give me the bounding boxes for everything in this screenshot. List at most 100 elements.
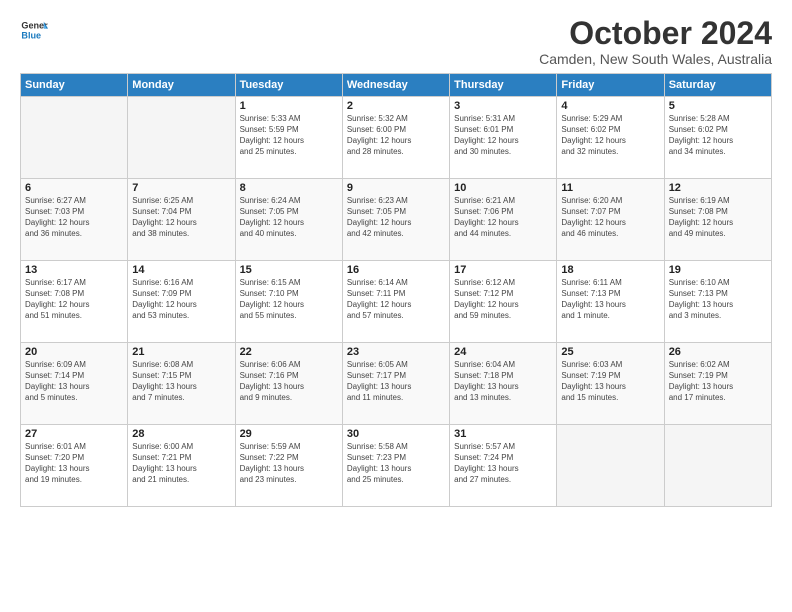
col-tuesday: Tuesday xyxy=(235,74,342,97)
day-info: Sunrise: 6:02 AM Sunset: 7:19 PM Dayligh… xyxy=(669,360,767,403)
day-info: Sunrise: 5:59 AM Sunset: 7:22 PM Dayligh… xyxy=(240,442,338,485)
day-number: 31 xyxy=(454,428,552,440)
calendar-table: Sunday Monday Tuesday Wednesday Thursday… xyxy=(20,73,772,507)
day-number: 30 xyxy=(347,428,445,440)
col-wednesday: Wednesday xyxy=(342,74,449,97)
day-info: Sunrise: 6:11 AM Sunset: 7:13 PM Dayligh… xyxy=(561,278,659,321)
day-info: Sunrise: 6:10 AM Sunset: 7:13 PM Dayligh… xyxy=(669,278,767,321)
table-row: 18 Sunrise: 6:11 AM Sunset: 7:13 PM Dayli… xyxy=(557,261,664,343)
day-info: Sunrise: 6:04 AM Sunset: 7:18 PM Dayligh… xyxy=(454,360,552,403)
col-thursday: Thursday xyxy=(450,74,557,97)
svg-text:Blue: Blue xyxy=(21,30,41,40)
day-info: Sunrise: 6:14 AM Sunset: 7:11 PM Dayligh… xyxy=(347,278,445,321)
table-row xyxy=(557,425,664,507)
day-info: Sunrise: 5:28 AM Sunset: 6:02 PM Dayligh… xyxy=(669,114,767,157)
col-monday: Monday xyxy=(128,74,235,97)
day-number: 12 xyxy=(669,182,767,194)
day-number: 8 xyxy=(240,182,338,194)
day-info: Sunrise: 6:25 AM Sunset: 7:04 PM Dayligh… xyxy=(132,196,230,239)
table-row: 24Sunrise: 6:04 AM Sunset: 7:18 PM Dayli… xyxy=(450,343,557,425)
day-number: 2 xyxy=(347,100,445,112)
table-row: 17Sunrise: 6:12 AM Sunset: 7:12 PM Dayli… xyxy=(450,261,557,343)
day-number: 26 xyxy=(669,346,767,358)
day-number: 7 xyxy=(132,182,230,194)
day-number: 5 xyxy=(669,100,767,112)
day-info: Sunrise: 6:09 AM Sunset: 7:14 PM Dayligh… xyxy=(25,360,123,403)
day-number: 28 xyxy=(132,428,230,440)
table-row: 29 Sunrise: 5:59 AM Sunset: 7:22 PM Dayli… xyxy=(235,425,342,507)
day-number: 14 xyxy=(132,264,230,276)
day-number: 18 xyxy=(561,264,659,276)
day-number: 9 xyxy=(347,182,445,194)
table-row: 23 Sunrise: 6:05 AM Sunset: 7:17 PM Dayli… xyxy=(342,343,449,425)
table-row: 2Sunrise: 5:32 AM Sunset: 6:00 PM Daylig… xyxy=(342,97,449,179)
table-row: 28 Sunrise: 6:00 AM Sunset: 7:21 PM Dayli… xyxy=(128,425,235,507)
calendar-week-row: 27 Sunrise: 6:01 AM Sunset: 7:20 PM Dayli… xyxy=(21,425,772,507)
day-number: 25 xyxy=(561,346,659,358)
day-info: Sunrise: 5:31 AM Sunset: 6:01 PM Dayligh… xyxy=(454,114,552,157)
table-row: 16Sunrise: 6:14 AM Sunset: 7:11 PM Dayli… xyxy=(342,261,449,343)
table-row: 3 Sunrise: 5:31 AM Sunset: 6:01 PM Daylig… xyxy=(450,97,557,179)
day-info: Sunrise: 6:08 AM Sunset: 7:15 PM Dayligh… xyxy=(132,360,230,403)
day-number: 4 xyxy=(561,100,659,112)
day-number: 6 xyxy=(25,182,123,194)
table-row: 5 Sunrise: 5:28 AM Sunset: 6:02 PM Daylig… xyxy=(664,97,771,179)
table-row: 15Sunrise: 6:15 AM Sunset: 7:10 PM Dayli… xyxy=(235,261,342,343)
day-number: 13 xyxy=(25,264,123,276)
calendar-week-row: 1 Sunrise: 5:33 AM Sunset: 5:59 PM Daylig… xyxy=(21,97,772,179)
table-row: 14 Sunrise: 6:16 AM Sunset: 7:09 PM Dayli… xyxy=(128,261,235,343)
day-info: Sunrise: 6:00 AM Sunset: 7:21 PM Dayligh… xyxy=(132,442,230,485)
col-friday: Friday xyxy=(557,74,664,97)
location-subtitle: Camden, New South Wales, Australia xyxy=(539,51,772,67)
day-number: 23 xyxy=(347,346,445,358)
day-info: Sunrise: 5:58 AM Sunset: 7:23 PM Dayligh… xyxy=(347,442,445,485)
table-row: 10Sunrise: 6:21 AM Sunset: 7:06 PM Dayli… xyxy=(450,179,557,261)
table-row: 4 Sunrise: 5:29 AM Sunset: 6:02 PM Daylig… xyxy=(557,97,664,179)
day-number: 1 xyxy=(240,100,338,112)
table-row: 1 Sunrise: 5:33 AM Sunset: 5:59 PM Daylig… xyxy=(235,97,342,179)
day-number: 20 xyxy=(25,346,123,358)
day-number: 17 xyxy=(454,264,552,276)
table-row xyxy=(664,425,771,507)
day-info: Sunrise: 5:29 AM Sunset: 6:02 PM Dayligh… xyxy=(561,114,659,157)
table-row: 30 Sunrise: 5:58 AM Sunset: 7:23 PM Dayli… xyxy=(342,425,449,507)
day-number: 3 xyxy=(454,100,552,112)
table-row: 6 Sunrise: 6:27 AM Sunset: 7:03 PM Daylig… xyxy=(21,179,128,261)
logo: General Blue xyxy=(20,16,48,44)
table-row: 21Sunrise: 6:08 AM Sunset: 7:15 PM Dayli… xyxy=(128,343,235,425)
day-info: Sunrise: 6:06 AM Sunset: 7:16 PM Dayligh… xyxy=(240,360,338,403)
month-title: October 2024 xyxy=(539,16,772,51)
day-info: Sunrise: 6:05 AM Sunset: 7:17 PM Dayligh… xyxy=(347,360,445,403)
day-number: 10 xyxy=(454,182,552,194)
table-row: 22 Sunrise: 6:06 AM Sunset: 7:16 PM Dayli… xyxy=(235,343,342,425)
table-row: 9Sunrise: 6:23 AM Sunset: 7:05 PM Daylig… xyxy=(342,179,449,261)
day-info: Sunrise: 5:33 AM Sunset: 5:59 PM Dayligh… xyxy=(240,114,338,157)
day-number: 22 xyxy=(240,346,338,358)
calendar-week-row: 20 Sunrise: 6:09 AM Sunset: 7:14 PM Dayli… xyxy=(21,343,772,425)
calendar-page: General Blue October 2024 Camden, New So… xyxy=(0,0,792,517)
table-row: 7 Sunrise: 6:25 AM Sunset: 7:04 PM Daylig… xyxy=(128,179,235,261)
day-info: Sunrise: 6:20 AM Sunset: 7:07 PM Dayligh… xyxy=(561,196,659,239)
table-row: 27 Sunrise: 6:01 AM Sunset: 7:20 PM Dayli… xyxy=(21,425,128,507)
calendar-week-row: 13Sunrise: 6:17 AM Sunset: 7:08 PM Dayli… xyxy=(21,261,772,343)
day-number: 27 xyxy=(25,428,123,440)
day-info: Sunrise: 6:27 AM Sunset: 7:03 PM Dayligh… xyxy=(25,196,123,239)
day-info: Sunrise: 5:57 AM Sunset: 7:24 PM Dayligh… xyxy=(454,442,552,485)
title-block: October 2024 Camden, New South Wales, Au… xyxy=(539,16,772,67)
table-row: 19 Sunrise: 6:10 AM Sunset: 7:13 PM Dayli… xyxy=(664,261,771,343)
logo-icon: General Blue xyxy=(20,16,48,44)
table-row: 11 Sunrise: 6:20 AM Sunset: 7:07 PM Dayli… xyxy=(557,179,664,261)
table-row: 31 Sunrise: 5:57 AM Sunset: 7:24 PM Dayli… xyxy=(450,425,557,507)
day-number: 29 xyxy=(240,428,338,440)
table-row: 12 Sunrise: 6:19 AM Sunset: 7:08 PM Dayli… xyxy=(664,179,771,261)
col-sunday: Sunday xyxy=(21,74,128,97)
day-info: Sunrise: 6:24 AM Sunset: 7:05 PM Dayligh… xyxy=(240,196,338,239)
day-number: 15 xyxy=(240,264,338,276)
day-info: Sunrise: 6:19 AM Sunset: 7:08 PM Dayligh… xyxy=(669,196,767,239)
table-row: 20 Sunrise: 6:09 AM Sunset: 7:14 PM Dayli… xyxy=(21,343,128,425)
day-number: 19 xyxy=(669,264,767,276)
day-info: Sunrise: 6:16 AM Sunset: 7:09 PM Dayligh… xyxy=(132,278,230,321)
day-number: 11 xyxy=(561,182,659,194)
calendar-week-row: 6 Sunrise: 6:27 AM Sunset: 7:03 PM Daylig… xyxy=(21,179,772,261)
day-info: Sunrise: 6:01 AM Sunset: 7:20 PM Dayligh… xyxy=(25,442,123,485)
